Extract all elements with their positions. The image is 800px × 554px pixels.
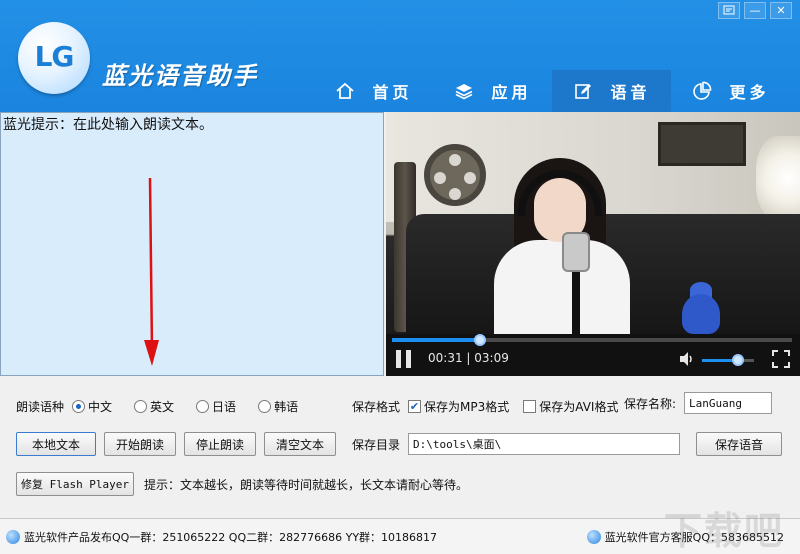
app-title: 蓝光语音助手 <box>102 62 258 90</box>
save-dir-input[interactable]: D:\tools\桌面\ <box>408 433 681 455</box>
save-name-label: 保存名称: <box>624 396 677 411</box>
seek-bar[interactable] <box>392 334 792 346</box>
stop-reading-button[interactable]: 停止朗读 <box>184 432 256 456</box>
app-logo: LG <box>18 22 90 94</box>
flash-row: 修复 Flash Player 提示：文本越长，朗读等待时间就越长，长文本请耐心… <box>16 472 468 496</box>
nav-item-voice[interactable]: 语音 <box>552 70 671 112</box>
minimize-button[interactable]: — <box>744 2 766 19</box>
save-name-row: 保存名称: LanGuang <box>624 392 773 414</box>
format-avi-checkbox[interactable]: 保存为AVI格式 <box>523 398 618 415</box>
globe-icon <box>6 530 20 544</box>
window-controls: — ✕ <box>718 2 792 19</box>
radio-korean-dot[interactable] <box>258 400 272 413</box>
radio-chinese-dot[interactable] <box>72 400 86 413</box>
layers-icon <box>453 80 475 102</box>
fullscreen-icon[interactable] <box>772 350 790 368</box>
time-display: 00:31 | 03:09 <box>428 351 509 365</box>
save-format-label: 保存格式 <box>352 400 401 414</box>
nav-label: 应用 <box>491 83 532 102</box>
save-dir-label: 保存目录 <box>352 437 401 452</box>
radio-english-dot[interactable] <box>134 400 148 413</box>
tip-text: 提示：文本越长，朗读等待时间就越长，长文本请耐心等待。 <box>144 477 469 492</box>
radio-chinese[interactable]: 中文 <box>72 398 112 415</box>
text-area-hint: 蓝光提示：在此处输入朗读文本。 <box>3 117 213 133</box>
logo-text: LG <box>34 40 75 73</box>
action-buttons-row: 本地文本 开始朗读 停止朗读 清空文本 <box>16 432 336 456</box>
seek-progress <box>392 338 480 342</box>
reading-text-area[interactable]: 蓝光提示：在此处输入朗读文本。 <box>0 112 384 376</box>
format-mp3-checkbox[interactable]: ✔ 保存为MP3格式 <box>408 398 509 415</box>
nav-item-home[interactable]: 首页 <box>314 70 433 112</box>
video-player[interactable]: 00:31 | 03:09 <box>386 112 800 376</box>
save-format-row: 保存格式 ✔ 保存为MP3格式 保存为AVI格式 <box>352 398 618 415</box>
home-icon <box>334 80 356 102</box>
mp3-check-box[interactable]: ✔ <box>408 400 422 413</box>
pie-chart-icon <box>691 80 713 102</box>
nav-label: 语音 <box>610 83 651 102</box>
time-total: 03:09 <box>474 351 509 365</box>
status-left: 蓝光软件产品发布QQ一群：251065222 QQ二群：282776686 YY… <box>6 529 437 545</box>
seek-handle[interactable] <box>474 334 486 346</box>
close-button[interactable]: ✕ <box>770 2 792 19</box>
clear-text-button[interactable]: 清空文本 <box>264 432 336 456</box>
save-voice-button[interactable]: 保存语音 <box>696 432 783 456</box>
edit-icon <box>572 80 594 102</box>
watermark: 下载吧 <box>663 509 784 553</box>
video-controls: 00:31 | 03:09 <box>386 334 800 376</box>
time-current: 00:31 <box>428 351 463 365</box>
radio-english[interactable]: 英文 <box>134 398 174 415</box>
start-reading-button[interactable]: 开始朗读 <box>104 432 176 456</box>
settings-icon[interactable] <box>718 2 740 19</box>
app-header: LG 蓝光语音助手 — ✕ 首页 应用 语音 更多 <box>0 0 800 112</box>
volume-icon[interactable] <box>678 350 696 368</box>
nav-label: 更多 <box>729 83 770 102</box>
pause-icon[interactable] <box>396 350 412 368</box>
main-nav: 首页 应用 语音 更多 <box>314 70 790 112</box>
nav-item-apps[interactable]: 应用 <box>433 70 552 112</box>
radio-japanese-dot[interactable] <box>196 400 210 413</box>
save-name-input[interactable]: LanGuang <box>684 392 773 414</box>
radio-korean[interactable]: 韩语 <box>258 398 298 415</box>
save-dir-row: 保存目录 D:\tools\桌面\ 保存语音 <box>352 432 783 456</box>
voice-language-label: 朗读语种 <box>16 400 65 414</box>
fix-flash-player-button[interactable]: 修复 Flash Player <box>16 472 134 496</box>
video-frame <box>386 112 800 336</box>
local-text-button[interactable]: 本地文本 <box>16 432 96 456</box>
globe-icon <box>586 530 601 544</box>
volume-slider[interactable] <box>702 354 754 366</box>
qq-groups-text: 蓝光软件产品发布QQ一群：251065222 QQ二群：282776686 YY… <box>24 531 438 544</box>
voice-language-row: 朗读语种 中文 英文 日语 韩语 <box>16 398 298 415</box>
radio-japanese[interactable]: 日语 <box>196 398 236 415</box>
avi-check-box[interactable] <box>523 400 537 413</box>
nav-item-more[interactable]: 更多 <box>671 70 790 112</box>
volume-handle[interactable] <box>732 354 745 366</box>
control-panel: 朗读语种 中文 英文 日语 韩语 保存格式 ✔ 保存为MP3格式 保存为AVI格… <box>0 376 800 518</box>
nav-label: 首页 <box>372 83 413 102</box>
red-arrow-annotation <box>144 178 159 366</box>
